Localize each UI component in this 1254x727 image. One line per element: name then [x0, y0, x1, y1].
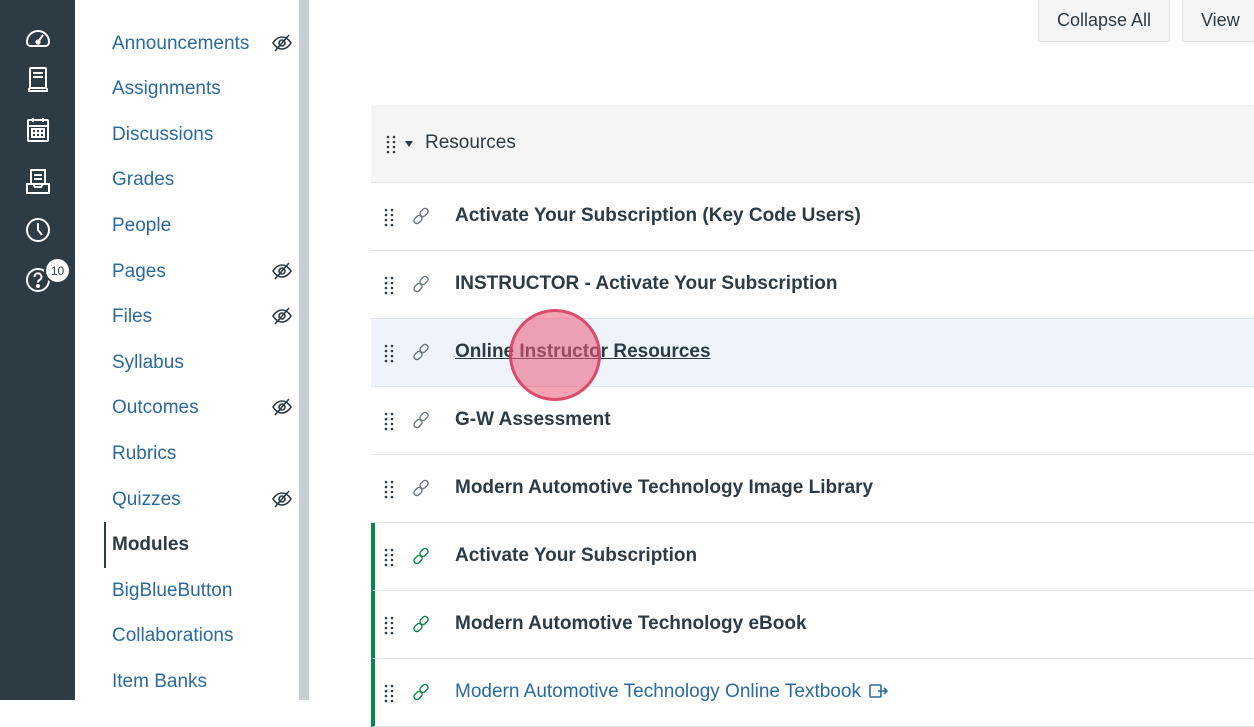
course-nav-assignments[interactable]: Assignments [112, 75, 221, 103]
drag-handle-icon[interactable] [384, 547, 394, 567]
module-item-title[interactable]: Modern Automotive Technology eBook [455, 613, 807, 635]
hidden-eye-icon [271, 305, 293, 327]
active-indicator [104, 522, 106, 568]
course-nav: Announcements Assignments Discussions Gr… [75, 0, 299, 700]
link-icon [411, 546, 431, 566]
course-nav-outcomes[interactable]: Outcomes [112, 394, 199, 422]
link-icon [411, 274, 431, 294]
courses-icon[interactable] [22, 64, 54, 96]
history-icon[interactable] [22, 214, 54, 246]
module-item-published[interactable]: Activate Your Subscription [371, 523, 1254, 591]
module-item-title[interactable]: Modern Automotive Technology Image Libra… [455, 477, 873, 499]
course-nav-syllabus[interactable]: Syllabus [112, 349, 184, 377]
course-nav-grades[interactable]: Grades [112, 166, 174, 194]
drag-handle-icon[interactable] [384, 615, 394, 635]
hidden-eye-icon [271, 32, 293, 54]
module-item-published[interactable]: Modern Automotive Technology Online Text… [371, 659, 1254, 727]
link-icon [411, 478, 431, 498]
hidden-eye-icon [271, 488, 293, 510]
link-icon [411, 614, 431, 634]
course-nav-rubrics[interactable]: Rubrics [112, 440, 176, 468]
course-nav-files[interactable]: Files [112, 303, 152, 331]
inbox-icon[interactable] [22, 166, 54, 198]
module-item-title[interactable]: G-W Assessment [455, 409, 611, 431]
drag-handle-icon[interactable] [384, 275, 394, 295]
course-nav-announcements[interactable]: Announcements [112, 30, 249, 58]
nav-divider [299, 0, 309, 700]
drag-handle-icon[interactable] [384, 683, 394, 703]
course-nav-discussions[interactable]: Discussions [112, 121, 213, 149]
collapse-all-button[interactable]: Collapse All [1038, 0, 1170, 42]
drag-handle-icon[interactable] [384, 207, 394, 227]
course-nav-people[interactable]: People [112, 212, 171, 240]
module-item[interactable]: Activate Your Subscription (Key Code Use… [371, 183, 1254, 251]
hidden-eye-icon [271, 260, 293, 282]
course-nav-collaborations[interactable]: Collaborations [112, 622, 233, 650]
module-item-title[interactable]: INSTRUCTOR - Activate Your Subscription [455, 273, 838, 295]
link-icon [411, 682, 431, 702]
module-item[interactable]: Online Instructor Resources [371, 319, 1254, 387]
link-icon [411, 410, 431, 430]
drag-handle-icon[interactable] [386, 134, 396, 154]
course-nav-pages[interactable]: Pages [112, 258, 166, 286]
course-nav-quizzes[interactable]: Quizzes [112, 486, 181, 514]
module-item-published[interactable]: Modern Automotive Technology eBook [371, 591, 1254, 659]
global-nav: 10 [0, 0, 75, 700]
link-icon [411, 206, 431, 226]
link-icon [411, 342, 431, 362]
module-item[interactable]: G-W Assessment [371, 387, 1254, 455]
course-nav-bigbluebutton[interactable]: BigBlueButton [112, 577, 232, 605]
drag-handle-icon[interactable] [384, 343, 394, 363]
modules-toolbar: Collapse All View [309, 0, 1254, 42]
hidden-eye-icon [271, 396, 293, 418]
module-title: Resources [425, 132, 516, 153]
dashboard-icon[interactable] [22, 20, 54, 52]
module-item-title[interactable]: Activate Your Subscription [455, 545, 697, 567]
module-item-title[interactable]: Activate Your Subscription (Key Code Use… [455, 205, 861, 227]
external-link-icon [869, 683, 889, 699]
drag-handle-icon[interactable] [384, 479, 394, 499]
course-nav-modules[interactable]: Modules [112, 531, 189, 559]
view-button[interactable]: View [1182, 0, 1254, 42]
collapse-caret-icon[interactable] [405, 141, 413, 147]
module-item[interactable]: Modern Automotive Technology Image Libra… [371, 455, 1254, 523]
module-item[interactable]: INSTRUCTOR - Activate Your Subscription [371, 251, 1254, 319]
module-item-title[interactable]: Modern Automotive Technology Online Text… [455, 681, 861, 702]
calendar-icon[interactable] [22, 114, 54, 146]
module-header[interactable]: Resources [371, 105, 1254, 183]
drag-handle-icon[interactable] [384, 411, 394, 431]
click-indicator [509, 309, 601, 401]
module-resources: Resources Activate Your Subscription (Ke… [371, 105, 1254, 727]
help-badge: 10 [44, 257, 71, 284]
course-nav-item-banks[interactable]: Item Banks [112, 668, 207, 696]
